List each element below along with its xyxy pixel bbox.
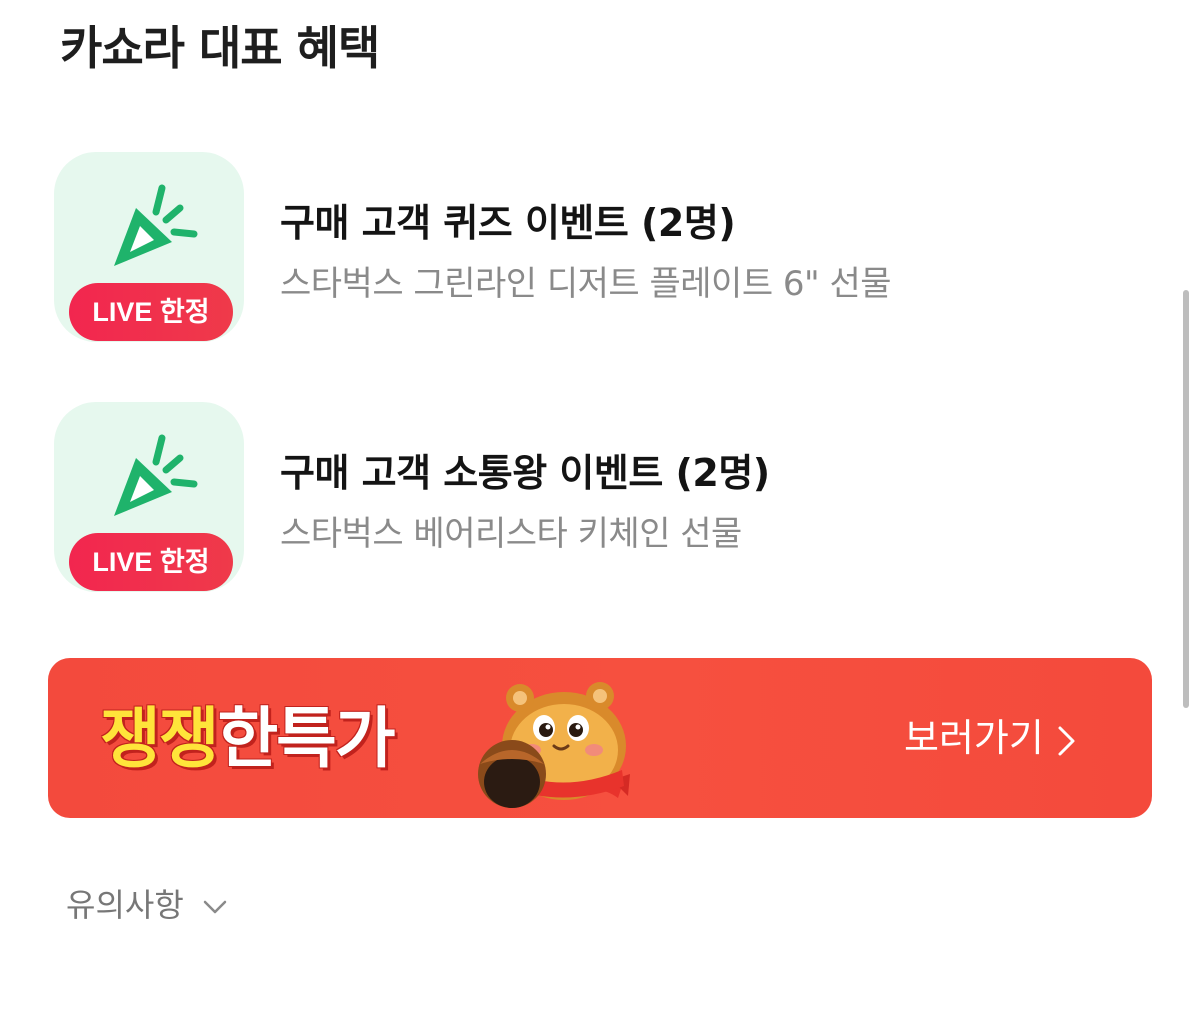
party-popper-icon <box>114 434 198 516</box>
benefit-thumbnail: LIVE 한정 <box>54 152 244 342</box>
benefits-page: 카쇼라 대표 혜택 LIVE 한정 구매 고객 퀴즈 이벤트 (2명) 스타벅스… <box>0 0 1200 1010</box>
scrollbar-thumb[interactable] <box>1183 290 1189 708</box>
chevron-right-icon <box>1058 726 1075 755</box>
live-limited-badge: LIVE 한정 <box>69 533 233 591</box>
promo-headline-white: 한특가 <box>217 700 395 777</box>
benefit-thumbnail: LIVE 한정 <box>54 402 244 592</box>
notice-label: 유의사항 <box>66 886 184 924</box>
benefit-title: 구매 고객 퀴즈 이벤트 (2명) <box>280 201 736 245</box>
promo-headline: 쟁쟁한특가 <box>100 694 396 784</box>
squirrel-mascot <box>478 682 630 808</box>
benefit-description: 스타벅스 그린라인 디저트 플레이트 6" 선물 <box>280 264 892 304</box>
live-limited-badge: LIVE 한정 <box>69 283 233 341</box>
notice-toggle[interactable]: 유의사항 <box>66 880 228 930</box>
benefit-item[interactable]: LIVE 한정 구매 고객 소통왕 이벤트 (2명) 스타벅스 베어리스타 키체… <box>54 402 1054 594</box>
promo-headline-yellow: 쟁쟁 <box>100 700 219 777</box>
benefit-title: 구매 고객 소통왕 이벤트 (2명) <box>280 451 770 495</box>
promo-banner[interactable]: 쟁쟁한특가 보러가기 <box>48 658 1152 818</box>
chevron-down-icon <box>203 900 227 914</box>
banner-cta[interactable]: 보러가기 <box>904 710 1078 766</box>
party-popper-icon <box>114 184 198 266</box>
section-title: 카쇼라 대표 혜택 <box>60 21 380 75</box>
benefit-description: 스타벅스 베어리스타 키체인 선물 <box>280 514 742 554</box>
banner-cta-label: 보러가기 <box>904 716 1044 760</box>
benefit-item[interactable]: LIVE 한정 구매 고객 퀴즈 이벤트 (2명) 스타벅스 그린라인 디저트 … <box>54 152 1054 344</box>
